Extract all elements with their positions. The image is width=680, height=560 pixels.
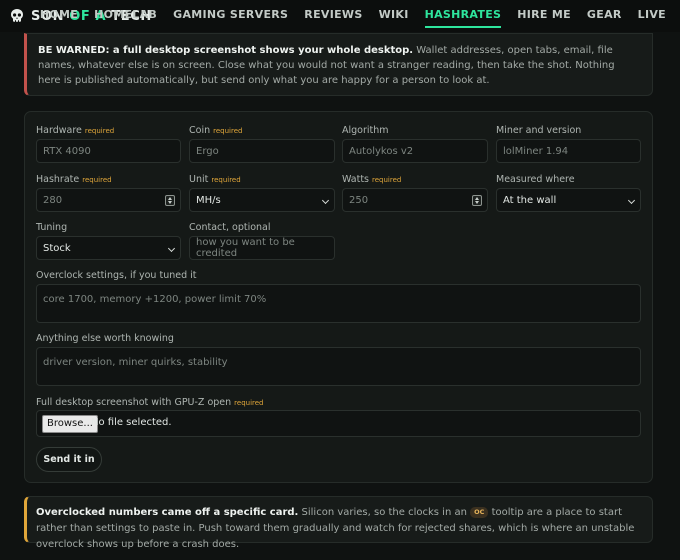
measured-label: Measured where [496,174,575,185]
algorithm-input[interactable]: Autolykos v2 [342,139,488,163]
required-tag: required [84,127,115,135]
unit-label: Unit required [189,174,241,185]
browse-button[interactable]: Browse... [42,415,98,433]
overclock-textarea[interactable]: core 1700, memory +1200, power limit 70% [36,284,641,323]
hashrate-placeholder: 280 [43,194,63,206]
tuning-select[interactable]: Stock [36,236,181,260]
watts-label: Watts required [342,174,402,185]
nav-gaming-servers[interactable]: GAMING SERVERS [173,0,288,32]
measured-value: At the wall [503,194,557,206]
algorithm-label: Algorithm [342,125,389,136]
hashrate-input[interactable]: 280 [36,188,181,212]
chevron-down-icon [167,244,176,253]
hashrate-label: Hashrate required [36,174,112,185]
required-tag: required [211,176,241,184]
hardware-input[interactable]: RTX 4090 [36,139,181,163]
chevron-down-icon [627,196,636,205]
hardware-label: Hardware required [36,125,115,136]
tuning-value: Stock [43,242,71,254]
submit-button[interactable]: Send it in [36,447,102,472]
screenshot-file-input[interactable]: Browse... No file selected. [36,410,641,437]
miner-input[interactable]: lolMiner 1.94 [496,139,641,163]
note-title: Overclocked numbers came off a specific … [36,507,299,518]
skull-icon [11,9,23,22]
unit-value: MH/s [196,194,221,206]
tuning-label: Tuning [36,222,68,233]
notes-textarea[interactable]: driver version, miner quirks, stability [36,347,641,386]
chevron-down-icon [321,196,330,205]
required-tag: required [372,176,402,184]
contact-label: Contact, optional [189,222,271,233]
watts-input[interactable]: 250 [342,188,488,212]
nav-links: HOME HOMELAB GAMING SERVERS REVIEWS WIKI… [40,0,666,32]
number-spinner-icon[interactable] [165,195,175,206]
overclock-label: Overclock settings, if you tuned it [36,270,197,281]
number-spinner-icon[interactable] [472,195,482,206]
nav-live[interactable]: LIVE [638,0,666,32]
nav-hashrates[interactable]: HASHRATES [424,0,502,32]
required-tag: required [234,399,264,407]
measured-select[interactable]: At the wall [496,188,641,212]
nav-gear[interactable]: GEAR [587,0,622,32]
required-tag: required [213,127,243,135]
nav-wiki[interactable]: WIKI [379,0,409,32]
nav-hire-me[interactable]: HIRE ME [517,0,571,32]
privacy-warning: BE WARNED: a full desktop screenshot sho… [24,33,653,96]
top-nav: SON OF A TECH HOME HOMELAB GAMING SERVER… [0,0,680,32]
nav-homelab[interactable]: HOMELAB [94,0,157,32]
unit-select[interactable]: MH/s [189,188,335,212]
watts-placeholder: 250 [349,194,369,206]
coin-input[interactable]: Ergo [189,139,335,163]
nav-home[interactable]: HOME [40,0,78,32]
required-tag: required [82,176,112,184]
warning-title: BE WARNED: a full desktop screenshot sho… [38,45,414,56]
submission-form: Hardware required RTX 4090 Coin required E… [24,111,653,483]
overclock-note: Overclocked numbers came off a specific … [24,496,653,550]
oc-badge: OC [470,507,489,518]
nav-reviews[interactable]: REVIEWS [304,0,362,32]
coin-label: Coin required [189,125,243,136]
contact-input[interactable]: how you want to be credited [189,236,335,260]
miner-label: Miner and version [496,125,582,136]
file-status: No file selected. [91,417,172,428]
notes-label: Anything else worth knowing [36,333,174,344]
screenshot-label: Full desktop screenshot with GPU-Z open r… [36,397,264,408]
note-text-1: Silicon varies, so the clocks in an [298,507,471,518]
